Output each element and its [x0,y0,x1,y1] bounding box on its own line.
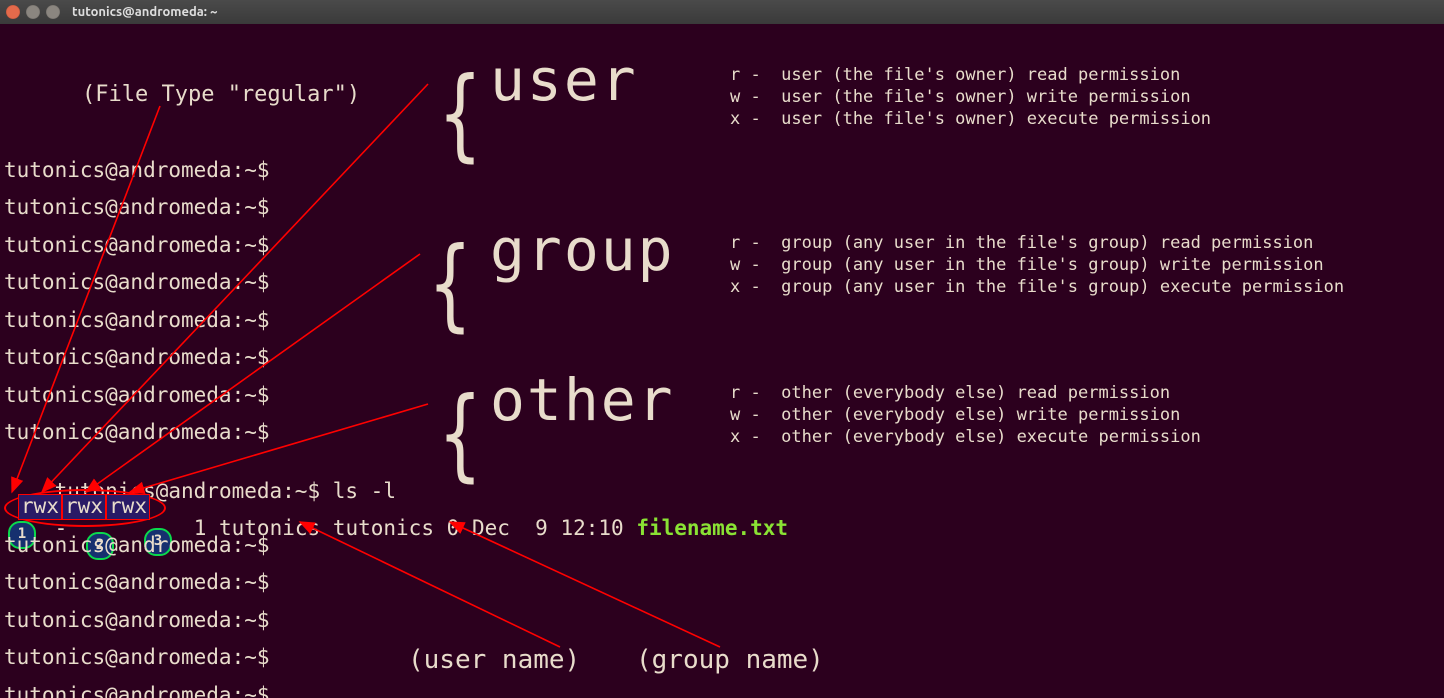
window-titlebar: tutonics@andromeda: ~ [0,0,1444,24]
file-size: 0 [447,516,460,540]
brace-icon: { [439,404,481,464]
prompt-line: tutonics@andromeda:~$ [4,197,270,218]
filename: filename.txt [636,516,788,540]
perm-group-box: rwx [62,494,106,520]
perm-user-box: rwx [18,494,62,520]
terminal-body[interactable]: (File Type "regular") tutonics@andromeda… [0,24,1444,698]
group-name: tutonics [333,516,434,540]
file-date: Dec 9 12:10 [472,516,624,540]
user-name-annotation: (user name) [408,647,580,673]
prompt-line: tutonics@andromeda:~$ [4,572,270,593]
prompt-line: tutonics@andromeda:~$ [4,422,270,443]
prompt-line: tutonics@andromeda:~$ [4,235,270,256]
prompt-line: tutonics@andromeda:~$ [4,272,270,293]
group-name-annotation: (group name) [636,647,824,673]
prompt-line: tutonics@andromeda:~$ [4,310,270,331]
group-description: r - group (any user in the file's group)… [730,232,1344,298]
prompt-line: tutonics@andromeda:~$ [4,647,270,668]
window-title: tutonics@andromeda: ~ [72,5,217,19]
minimize-icon[interactable] [26,5,40,19]
prompt-line: tutonics@andromeda:~$ [4,610,270,631]
prompt-line: tutonics@andromeda:~$ [4,685,270,698]
user-description: r - user (the file's owner) read permiss… [730,64,1211,130]
brace-icon: { [439,84,481,144]
prompt-line: tutonics@andromeda:~$ [4,385,270,406]
prompt-line: tutonics@andromeda:~$ [4,347,270,368]
maximize-icon[interactable] [46,5,60,19]
close-icon[interactable] [6,5,20,19]
other-heading: other [490,366,675,434]
perm-other-box: rwx [106,494,150,520]
user-heading: user [490,46,638,114]
prompt-line: tutonics@andromeda:~$ [4,535,270,556]
group-heading: group [490,216,675,284]
prompt-line: tutonics@andromeda:~$ [4,160,270,181]
other-description: r - other (everybody else) read permissi… [730,382,1201,448]
file-type-annotation: (File Type "regular") [82,84,360,106]
brace-icon: { [429,254,471,314]
